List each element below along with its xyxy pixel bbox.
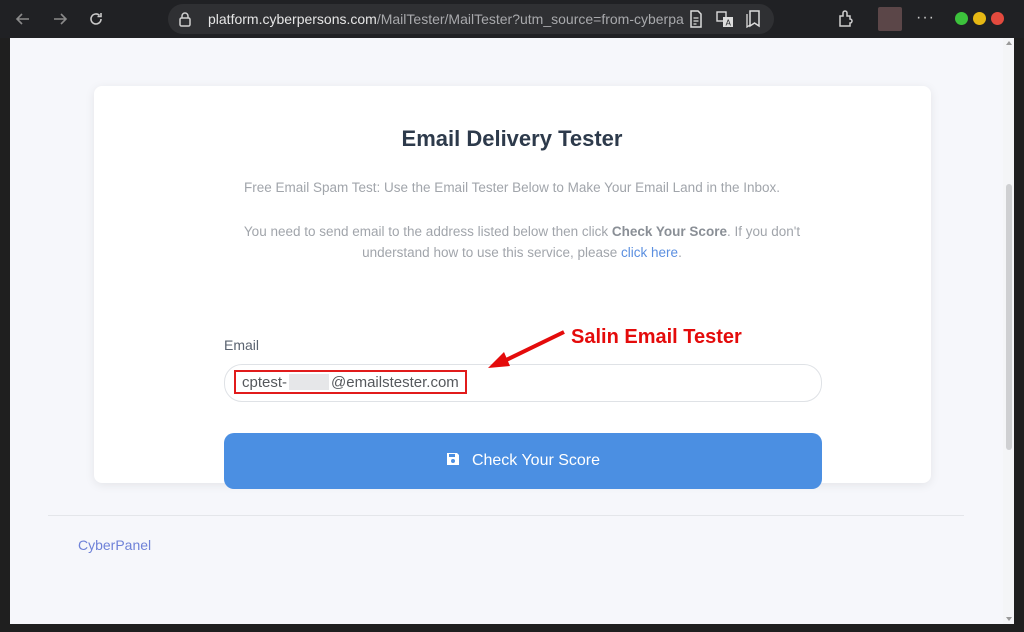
reload-icon[interactable] (85, 8, 107, 30)
click-here-link[interactable]: click here (621, 245, 678, 260)
button-label: Check Your Score (471, 452, 601, 469)
redacted-block (289, 374, 330, 390)
check-your-score-button[interactable]: Check Your Score (224, 433, 822, 489)
menu-dots-icon[interactable]: ··· (916, 6, 935, 30)
scrollbar-thumb[interactable] (1006, 184, 1012, 450)
address-bar[interactable]: platform.cyberpersons.com/MailTester/Mai… (168, 4, 774, 34)
annotation-text: Salin Email Tester (571, 326, 742, 348)
url-path: /MailTester/MailTester?utm_source=from-c… (376, 11, 684, 27)
footer-divider (48, 515, 964, 516)
annotation-arrow-icon (488, 330, 565, 368)
minimize-button[interactable] (955, 12, 968, 25)
email-suffix: @emailstester.com (331, 373, 459, 391)
email-prefix: cptest- (242, 373, 288, 391)
scroll-up-icon[interactable] (1006, 41, 1012, 45)
translate-icon[interactable]: A (716, 10, 734, 28)
page-title: Email Delivery Tester (401, 126, 623, 151)
close-window-button[interactable] (991, 12, 1004, 25)
forward-arrow-icon[interactable] (49, 8, 71, 30)
scroll-down-icon[interactable] (1006, 617, 1012, 621)
bookmark-icon[interactable] (746, 10, 764, 29)
profile-avatar[interactable] (878, 7, 902, 31)
window-bottom-edge (0, 624, 1024, 632)
lock-icon[interactable] (178, 11, 192, 32)
extensions-icon[interactable] (837, 9, 855, 32)
instructions-bold: Check Your Score (611, 224, 727, 239)
browser-toolbar: platform.cyberpersons.com/MailTester/Mai… (0, 0, 1024, 38)
reader-icon[interactable] (688, 10, 706, 28)
back-arrow-icon[interactable] (12, 8, 34, 30)
scrollbar[interactable] (1003, 38, 1014, 624)
save-icon (446, 452, 460, 471)
url-text[interactable]: platform.cyberpersons.com/MailTester/Mai… (208, 11, 708, 28)
page-viewport: Email Delivery Tester Free Email Spam Te… (10, 38, 1014, 624)
instructions-part1: You need to send email to the address li… (243, 224, 612, 239)
cyberpanel-link[interactable]: CyberPanel (78, 537, 151, 553)
subtitle-text: Free Email Spam Test: Use the Email Test… (243, 180, 781, 195)
instructions-text: You need to send email to the address li… (220, 221, 824, 263)
svg-text:A: A (726, 19, 732, 28)
url-domain: platform.cyberpersons.com (208, 11, 377, 27)
maximize-button[interactable] (973, 12, 986, 25)
email-value-highlight[interactable]: cptest- @emailstester.com (234, 370, 467, 394)
email-label: Email (224, 337, 260, 353)
instructions-end: . (678, 245, 682, 260)
